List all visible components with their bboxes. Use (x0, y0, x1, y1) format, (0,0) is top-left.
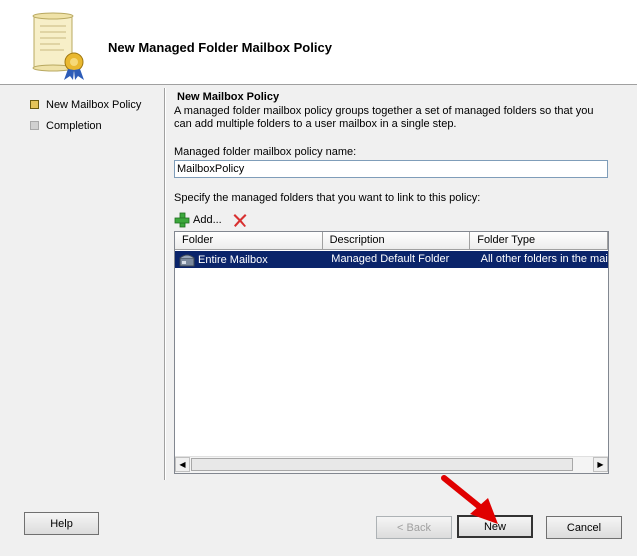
scroll-right-icon[interactable]: ▶ (593, 457, 608, 472)
scroll-track[interactable] (190, 457, 593, 473)
wizard-page: New Mailbox Policy A managed folder mail… (174, 91, 614, 474)
column-header-description[interactable]: Description (322, 232, 471, 249)
list-toolbar: Add... (174, 210, 248, 230)
row-description-cell: Managed Default Folder (331, 253, 450, 265)
step-active-icon (30, 100, 39, 109)
step-new-mailbox-policy[interactable]: New Mailbox Policy (30, 94, 141, 115)
help-button[interactable]: Help (24, 512, 99, 535)
column-header-folder-type[interactable]: Folder Type (470, 232, 608, 249)
red-arrow-icon (441, 475, 498, 524)
add-button[interactable]: Add... (174, 212, 222, 228)
scroll-thumb[interactable] (191, 458, 573, 471)
page-description: A managed folder mailbox policy groups t… (174, 105, 594, 130)
step-label: Completion (46, 119, 102, 132)
scroll-certificate-icon (32, 12, 84, 80)
row-folder-text: Entire Mailbox (198, 253, 268, 266)
wizard-title: New Managed Folder Mailbox Policy (108, 40, 332, 55)
step-label: New Mailbox Policy (46, 98, 142, 111)
add-button-label: Add... (193, 214, 222, 226)
column-header-folder[interactable]: Folder (175, 232, 323, 249)
step-inactive-icon (30, 121, 39, 130)
folders-list-label: Specify the managed folders that you wan… (174, 192, 481, 204)
scroll-left-icon[interactable]: ◀ (175, 457, 190, 472)
policy-name-input[interactable] (174, 160, 608, 178)
plus-icon (174, 212, 190, 228)
policy-name-label: Managed folder mailbox policy name: (174, 146, 357, 158)
row-type-cell: All other folders in the mailbox (480, 253, 608, 265)
wizard-steps: New Mailbox Policy Completion (30, 94, 141, 136)
step-completion[interactable]: Completion (30, 115, 141, 136)
mailbox-icon (179, 254, 195, 266)
managed-folders-list[interactable]: Folder Description Folder Type Entire Ma… (174, 231, 609, 474)
row-folder-cell: Entire Mailbox (175, 251, 324, 268)
table-row[interactable]: Entire Mailbox Managed Default Folder Al… (175, 251, 608, 268)
list-header: Folder Description Folder Type (175, 232, 608, 250)
wizard-header: New Managed Folder Mailbox Policy (0, 0, 637, 85)
cancel-button[interactable]: Cancel (546, 516, 622, 539)
horizontal-scrollbar[interactable]: ◀ ▶ (175, 456, 608, 473)
page-title: New Mailbox Policy (177, 91, 280, 103)
delete-x-icon[interactable] (232, 212, 248, 228)
divider (164, 88, 165, 480)
